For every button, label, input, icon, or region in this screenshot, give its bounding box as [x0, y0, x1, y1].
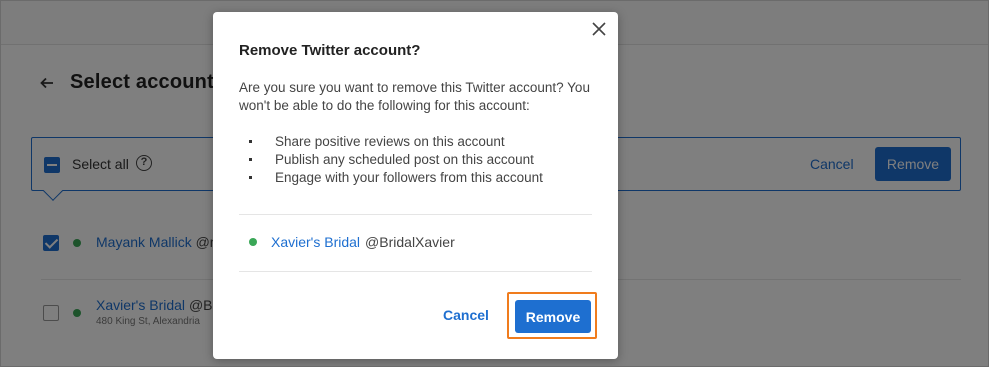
list-item: Share positive reviews on this account [249, 133, 543, 151]
remove-highlight: Remove [507, 292, 597, 339]
dialog-message: Are you sure you want to remove this Twi… [239, 80, 590, 113]
account-name[interactable]: Xavier's Bridal [271, 234, 360, 250]
divider [239, 214, 592, 215]
list-item: Engage with your followers from this acc… [249, 169, 543, 187]
remove-account-dialog: Remove Twitter account? Are you sure you… [213, 12, 618, 359]
consequence-list: Share positive reviews on this account P… [249, 133, 543, 187]
account-handle: @BridalXavier [365, 234, 455, 250]
divider [239, 271, 592, 272]
dialog-title: Remove Twitter account? [239, 42, 421, 59]
dialog-account: Xavier's Bridal @BridalXavier [249, 234, 455, 250]
dialog-remove-button[interactable]: Remove [515, 300, 591, 333]
page: Select accounts Select all ? Cancel Remo… [0, 0, 989, 367]
close-icon[interactable] [591, 21, 607, 37]
dialog-cancel-button[interactable]: Cancel [443, 307, 489, 323]
list-item: Publish any scheduled post on this accou… [249, 151, 543, 169]
status-dot [249, 238, 257, 246]
